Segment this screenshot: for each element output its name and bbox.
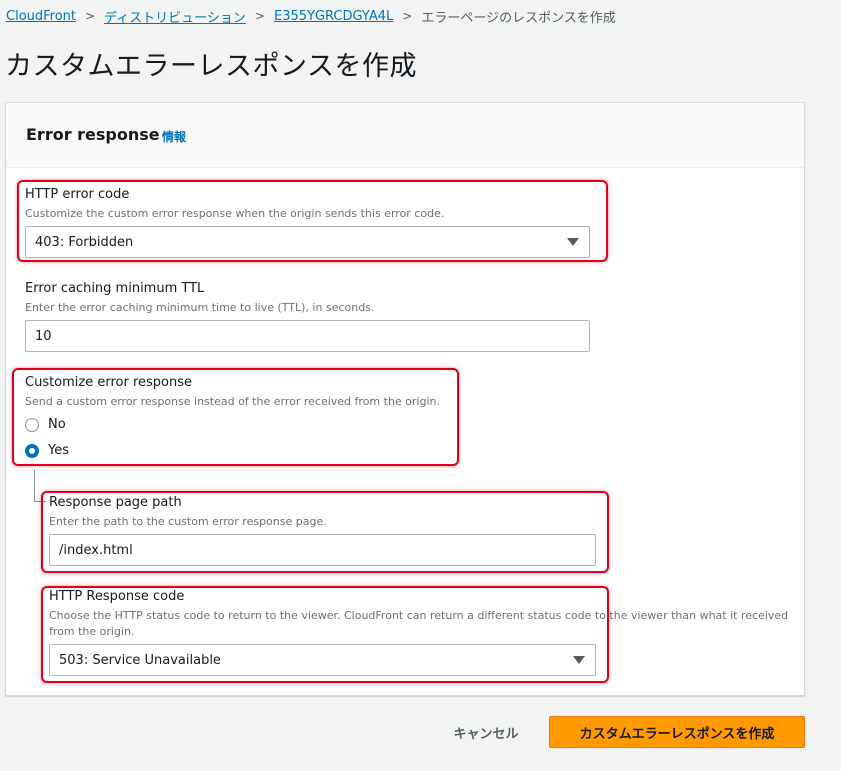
cancel-button[interactable]: キャンセル	[440, 716, 532, 748]
highlight-response-page-path	[41, 491, 609, 573]
breadcrumb-link-cloudfront[interactable]: CloudFront	[6, 9, 76, 24]
chevron-right-icon: >	[254, 9, 265, 23]
info-link[interactable]: 情報	[162, 128, 186, 145]
breadcrumb-link-distributions[interactable]: ディストリビューション	[104, 7, 246, 26]
create-custom-error-response-button[interactable]: カスタムエラーレスポンスを作成	[549, 716, 805, 748]
ttl-input[interactable]: 10	[25, 320, 590, 352]
ttl-value: 10	[35, 328, 52, 344]
ttl-description: Enter the error caching minimum time to …	[25, 301, 375, 314]
highlight-customize-error-response	[12, 368, 459, 466]
ttl-label: Error caching minimum TTL	[25, 281, 205, 296]
breadcrumb-current: エラーページのレスポンスを作成	[421, 10, 616, 26]
page-title: カスタムエラーレスポンスを作成	[5, 51, 417, 82]
panel-header: Error response 情報	[6, 103, 804, 168]
panel-title: Error response	[26, 125, 160, 144]
chevron-right-icon: >	[85, 9, 96, 23]
highlight-http-error-code	[17, 180, 608, 262]
breadcrumb: CloudFront > ディストリビューション > E355YGRCDGYA4…	[6, 6, 616, 26]
chevron-right-icon: >	[402, 9, 413, 23]
highlight-http-response-code	[41, 586, 609, 683]
breadcrumb-link-distribution-id[interactable]: E355YGRCDGYA4L	[274, 9, 393, 24]
